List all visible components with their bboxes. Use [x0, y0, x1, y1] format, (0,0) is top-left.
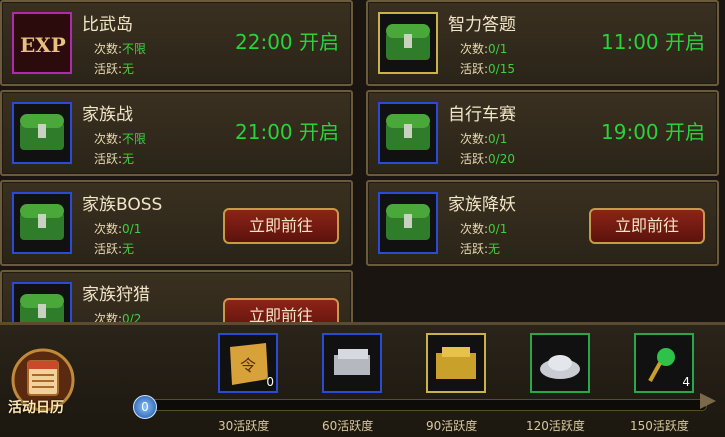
activity-card-clan-demon[interactable]: 家族降妖 次数:0/1 活跃:无 立即前往: [366, 180, 719, 266]
threshold-label: 120活跃度: [526, 419, 585, 433]
reward-count: 4: [682, 375, 690, 389]
count-row: 次数:0/1: [460, 42, 508, 56]
reward-30[interactable]: 令 0: [218, 333, 278, 393]
calendar-label: 活动日历: [8, 400, 64, 416]
activity-card-clan-boss[interactable]: 家族BOSS 次数:0/1 活跃:无 立即前往: [0, 180, 353, 266]
start-time: 11:00 开启: [601, 30, 705, 54]
active-row: 活跃:无: [460, 242, 501, 256]
threshold-label: 90活跃度: [426, 419, 478, 433]
activity-card-clan-war[interactable]: 家族战 次数:不限 活跃:无 21:00 开启: [0, 90, 353, 176]
count-row: 次数:不限: [94, 42, 147, 56]
active-row: 活跃:无: [94, 152, 135, 166]
arrow-right-icon: [700, 393, 716, 409]
threshold-label: 30活跃度: [218, 419, 270, 433]
activity-card-bike-race[interactable]: 自行车赛 次数:0/1 活跃:0/20 19:00 开启: [366, 90, 719, 176]
start-time: 22:00 开启: [235, 30, 339, 54]
activity-rewards-bar: 活动日历 令 0 4 0 30活跃度 60活跃度 90活跃度 120活跃度 15…: [0, 322, 725, 437]
go-now-button[interactable]: 立即前往: [589, 208, 705, 244]
activity-card-quiz[interactable]: 智力答题 次数:0/1 活跃:0/15 11:00 开启: [366, 0, 719, 86]
activity-title: 比武岛: [82, 15, 133, 35]
progress-knob[interactable]: 0: [133, 395, 157, 419]
go-now-button[interactable]: 立即前往: [223, 208, 339, 244]
active-row: 活跃:无: [94, 242, 135, 256]
gold-box-icon: [436, 347, 476, 379]
activity-progress-track: [140, 399, 707, 411]
treasure-chest-icon: [12, 102, 72, 164]
activity-title: 家族降妖: [448, 195, 516, 215]
count-row: 次数:不限: [94, 132, 147, 146]
reward-120[interactable]: [530, 333, 590, 393]
threshold-label: 150活跃度: [630, 419, 689, 433]
treasure-chest-icon: [12, 192, 72, 254]
start-time: 19:00 开启: [601, 120, 705, 144]
active-row: 活跃:0/15: [460, 62, 515, 76]
reward-150[interactable]: 4: [634, 333, 694, 393]
treasure-chest-icon: [378, 192, 438, 254]
reward-90[interactable]: [426, 333, 486, 393]
count-row: 次数:0/1: [460, 222, 508, 236]
count-row: 次数:0/1: [94, 222, 142, 236]
exp-icon: EXP: [12, 12, 72, 74]
svg-text:EXP: EXP: [20, 33, 66, 57]
active-row: 活跃:无: [94, 62, 135, 76]
activity-title: 智力答题: [448, 15, 516, 35]
silver-ingot-icon: [540, 355, 580, 379]
active-row: 活跃:0/20: [460, 152, 515, 166]
reward-60[interactable]: [322, 333, 382, 393]
treasure-chest-icon: [378, 102, 438, 164]
activity-card-biwudao[interactable]: EXP 比武岛 次数:不限 活跃:无 22:00 开启: [0, 0, 353, 86]
activity-title: 家族狩猎: [82, 285, 150, 305]
treasure-chest-icon: [378, 12, 438, 74]
silver-bar-icon: [334, 349, 370, 375]
activity-title: 自行车赛: [448, 105, 516, 125]
svg-text:令: 令: [240, 356, 256, 375]
reward-count: 0: [266, 375, 274, 389]
activity-title: 家族BOSS: [82, 195, 163, 215]
activity-title: 家族战: [82, 105, 133, 125]
threshold-label: 60活跃度: [322, 419, 374, 433]
start-time: 21:00 开启: [235, 120, 339, 144]
count-row: 次数:0/1: [460, 132, 508, 146]
